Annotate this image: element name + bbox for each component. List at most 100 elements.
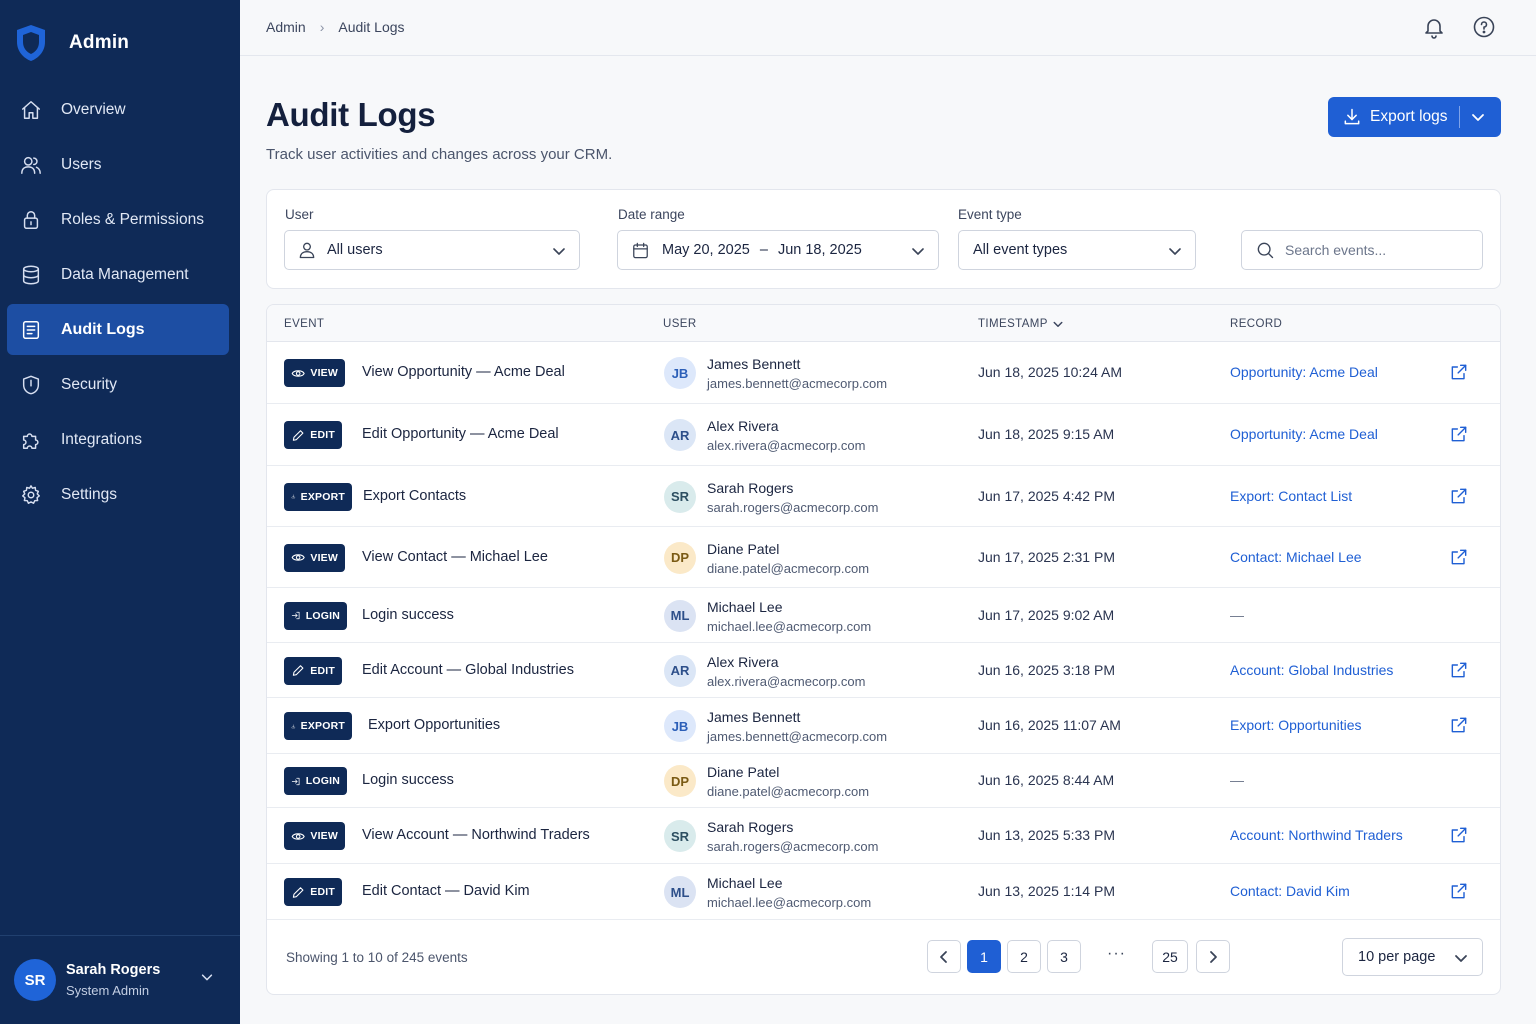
table-row[interactable]: EDIT Edit Account — Global Industries AR Al… [267, 643, 1500, 698]
table-row[interactable]: VIEW View Account — Northwind Traders SR Sa… [267, 808, 1500, 864]
gear-icon [19, 483, 43, 507]
avatar: AR [664, 654, 696, 687]
event-description: Edit Opportunity — Acme Deal [362, 426, 559, 442]
event-description: Edit Contact — David Kim [362, 883, 530, 899]
user-name: Michael Lee [707, 598, 783, 615]
user-email: james.bennett@acmecorp.com [707, 729, 888, 744]
chevron-down-icon[interactable] [1470, 109, 1486, 125]
record-link[interactable]: Export: Opportunities [1230, 717, 1362, 733]
external-link-icon[interactable] [1449, 881, 1469, 901]
column-header-user[interactable]: USER [663, 318, 697, 330]
user-filter-value: All users [327, 242, 383, 258]
table-row[interactable]: EXPORT Export Contacts SR Sarah Rogers sarah… [267, 466, 1500, 527]
bell-icon[interactable] [1422, 15, 1446, 44]
avatar: ML [664, 876, 696, 908]
audit-log-table: EVENT USER TIMESTAMP RECORD VIEW View Opp… [266, 304, 1501, 995]
external-link-icon[interactable] [1449, 362, 1469, 382]
table-row[interactable]: LOGIN Login success DP Diane Patel diane.pat… [267, 754, 1500, 808]
prev-page-button[interactable] [927, 940, 961, 973]
sidebar-item-settings[interactable]: Settings [7, 469, 229, 520]
external-link-icon[interactable] [1449, 715, 1469, 735]
external-link-icon[interactable] [1449, 486, 1469, 506]
sidebar-item-integrations[interactable]: Integrations [7, 414, 229, 465]
sidebar-item-overview[interactable]: Overview [7, 84, 229, 135]
record-link[interactable]: Export: Contact List [1230, 488, 1352, 504]
event-type-label: LOGIN [305, 775, 340, 787]
brand[interactable]: Admin [14, 20, 129, 66]
column-header-event[interactable]: EVENT [284, 318, 324, 330]
user-filter-select[interactable]: All users [284, 230, 580, 270]
chevron-down-icon [553, 248, 565, 255]
user-name: Diane Patel [707, 540, 780, 557]
breadcrumb: Admin › Audit Logs [266, 19, 405, 35]
avatar: SR [664, 820, 696, 852]
date-start: May 20, 2025 [662, 242, 750, 258]
event-type-label: VIEW [310, 830, 338, 842]
record-link: — [1230, 606, 1244, 623]
event-type-label: LOGIN [305, 609, 340, 622]
record-link[interactable]: Account: Global Industries [1230, 662, 1393, 678]
record-link[interactable]: Account: Northwind Traders [1230, 827, 1403, 843]
table-row[interactable]: VIEW View Contact — Michael Lee DP Diane Pa… [267, 527, 1500, 588]
next-page-button[interactable] [1196, 940, 1230, 973]
event-description: View Opportunity — Acme Deal [362, 364, 565, 380]
sidebar-item-label: Users [61, 155, 102, 173]
help-icon[interactable] [1472, 15, 1496, 44]
event-type-badge: EDIT [284, 878, 342, 906]
event-type-label: EXPORT [300, 720, 345, 732]
shield-logo-icon [17, 25, 45, 61]
current-user-role: System Admin [66, 983, 150, 998]
record-link[interactable]: Contact: David Kim [1230, 883, 1350, 899]
sidebar-item-roles-permissions[interactable]: Roles & Permissions [7, 194, 229, 245]
record-link: — [1230, 772, 1244, 788]
table-row[interactable]: EDIT Edit Opportunity — Acme Deal AR Alex R… [267, 404, 1500, 466]
filter-panel: User All users Date range May 20, 2025 –… [266, 189, 1501, 289]
timestamp: Jun 18, 2025 10:24 AM [978, 364, 1122, 380]
current-user-menu[interactable]: SR Sarah Rogers System Admin [0, 935, 240, 1024]
column-header-record[interactable]: RECORD [1230, 318, 1282, 330]
record-link[interactable]: Contact: Michael Lee [1230, 549, 1362, 565]
sidebar-item-data-management[interactable]: Data Management [7, 249, 229, 300]
sidebar-item-users[interactable]: Users [7, 139, 229, 190]
brand-name: Admin [69, 32, 130, 53]
page-button-last[interactable]: 25 [1152, 940, 1188, 973]
page-button-1[interactable]: 1 [967, 940, 1001, 973]
export-logs-button[interactable]: Export logs [1328, 97, 1501, 137]
sidebar-item-security[interactable]: Security [7, 359, 229, 410]
external-link-icon[interactable] [1449, 660, 1469, 680]
user-email: sarah.rogers@acmecorp.com [707, 499, 879, 515]
sidebar-item-audit-logs[interactable]: Audit Logs [7, 304, 229, 355]
search-input[interactable]: Search events... [1241, 230, 1483, 270]
page-title: Audit Logs [266, 96, 436, 133]
event-type-label: EDIT [310, 429, 335, 441]
external-link-icon[interactable] [1449, 825, 1469, 845]
export-logs-label: Export logs [1370, 108, 1448, 125]
chevron-right-icon [1210, 950, 1217, 963]
sort-chevron-down-icon[interactable] [1052, 318, 1064, 330]
table-row[interactable]: LOGIN Login success ML Michael Lee michael.l… [267, 588, 1500, 643]
table-row[interactable]: VIEW View Opportunity — Acme Deal JB James … [267, 342, 1500, 404]
per-page-select[interactable]: 10 per page [1342, 938, 1483, 976]
external-link-icon[interactable] [1449, 424, 1469, 444]
column-header-timestamp[interactable]: TIMESTAMP [978, 318, 1048, 330]
page-button-2[interactable]: 2 [1007, 940, 1041, 973]
page-button-3[interactable]: 3 [1047, 940, 1081, 973]
button-divider [1458, 106, 1460, 128]
breadcrumb-item-current: Audit Logs [338, 19, 405, 35]
record-link[interactable]: Opportunity: Acme Deal [1230, 426, 1378, 442]
user-name: Alex Rivera [707, 418, 779, 434]
event-type-select[interactable]: All event types [958, 230, 1196, 270]
download-icon [291, 494, 296, 499]
record-link[interactable]: Opportunity: Acme Deal [1230, 364, 1378, 380]
sidebar-nav: Overview Users Roles & Permissions Data … [7, 84, 229, 524]
results-count: Showing 1 to 10 of 245 events [286, 950, 468, 965]
breadcrumb-item-admin[interactable]: Admin [266, 19, 306, 35]
timestamp: Jun 16, 2025 3:18 PM [978, 661, 1115, 678]
chevron-down-icon [201, 974, 213, 981]
date-range-picker[interactable]: May 20, 2025 – Jun 18, 2025 [617, 230, 939, 270]
table-row[interactable]: EDIT Edit Contact — David Kim ML Michael Le… [267, 864, 1500, 920]
download-icon [1344, 108, 1360, 125]
external-link-icon[interactable] [1449, 547, 1469, 567]
search-icon [1257, 242, 1274, 259]
table-row[interactable]: EXPORT Export Opportunities JB James Bennet… [267, 698, 1500, 754]
